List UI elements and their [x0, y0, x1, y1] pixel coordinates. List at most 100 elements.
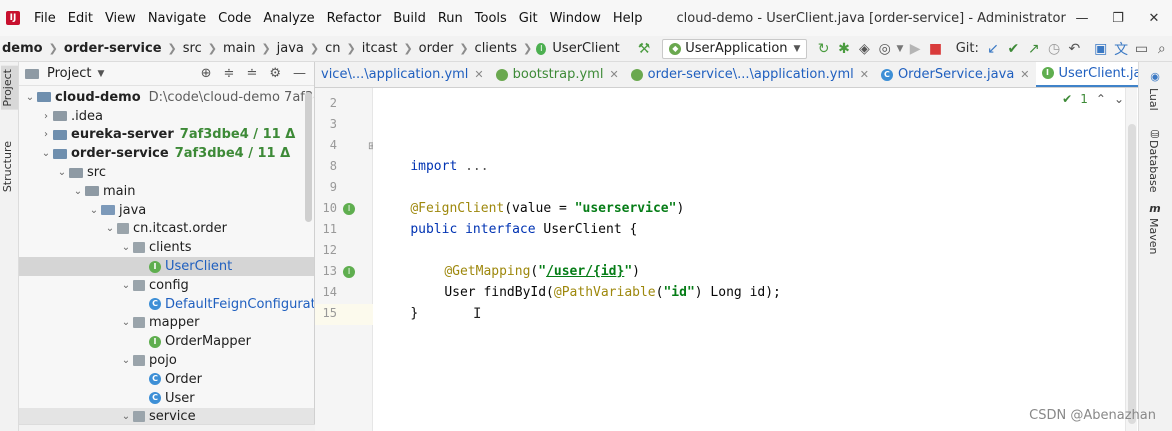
- rerun-icon[interactable]: ↻: [813, 41, 833, 57]
- caret-down-icon[interactable]: ▼: [97, 69, 104, 79]
- menu-code[interactable]: Code: [212, 11, 257, 26]
- tree-node-order[interactable]: C Order: [19, 370, 314, 389]
- expand-arrow-icon[interactable]: ⌄: [119, 411, 133, 422]
- editor-scrollbar[interactable]: [1125, 88, 1137, 431]
- breadcrumb-clients[interactable]: clients: [473, 41, 519, 56]
- collapsed-arrow-icon[interactable]: ›: [39, 129, 53, 140]
- expand-arrow-icon[interactable]: ⌄: [119, 242, 133, 253]
- expand-arrow-icon[interactable]: ⌄: [55, 167, 69, 178]
- collapsed-arrow-icon[interactable]: ›: [39, 111, 53, 122]
- debug-bug-icon[interactable]: ✱: [834, 41, 854, 57]
- tab-bootstrap-yml[interactable]: bootstrap.yml ✕: [490, 62, 625, 87]
- expand-arrow-icon[interactable]: ⌄: [119, 317, 133, 328]
- tab-orderservice-java[interactable]: C OrderService.java ✕: [875, 62, 1036, 87]
- coverage-shield-icon[interactable]: ◈: [854, 41, 874, 57]
- tab-userclient-java[interactable]: I UserClient.java ✕: [1035, 62, 1138, 87]
- previous-highlight-icon[interactable]: ⌃: [1096, 92, 1106, 106]
- menu-build[interactable]: Build: [387, 11, 432, 26]
- breadcrumb-cn[interactable]: cn: [323, 41, 342, 56]
- project-panel-title[interactable]: Project: [47, 66, 91, 81]
- tree-node-defaultfeignconfiguration[interactable]: C DefaultFeignConfigurat: [19, 295, 314, 314]
- project-tool-tab[interactable]: Project: [1, 66, 18, 110]
- tree-node-package-cn-itcast-order[interactable]: ⌄ cn.itcast.order: [19, 220, 314, 239]
- code-editor[interactable]: import ... @FeignClient(value = "userser…: [373, 88, 1125, 431]
- close-tab-icon[interactable]: ✕: [860, 68, 869, 81]
- database-tool-tab[interactable]: Database: [1147, 140, 1160, 193]
- tree-node-clients[interactable]: ⌄ clients: [19, 238, 314, 257]
- expand-arrow-icon[interactable]: ⌄: [23, 92, 37, 103]
- presentation-icon[interactable]: ▭: [1131, 41, 1151, 57]
- minimize-button[interactable]: —: [1064, 11, 1100, 26]
- menu-analyze[interactable]: Analyze: [257, 11, 320, 26]
- tab-service-application-yml[interactable]: vice\...\application.yml ✕: [315, 62, 490, 87]
- tree-node-userclient[interactable]: I UserClient: [19, 257, 314, 276]
- breadcrumb-project[interactable]: demo: [0, 41, 45, 56]
- menu-window[interactable]: Window: [544, 11, 607, 26]
- breadcrumb-module[interactable]: order-service: [62, 41, 164, 56]
- tree-node-main[interactable]: ⌄ main: [19, 182, 314, 201]
- implementations-gutter-icon[interactable]: I: [343, 203, 355, 215]
- tree-node-pojo[interactable]: ⌄ pojo: [19, 351, 314, 370]
- menu-git[interactable]: Git: [513, 11, 544, 26]
- folded-imports[interactable]: ...: [465, 159, 488, 174]
- breadcrumb-java[interactable]: java: [275, 41, 306, 56]
- implementations-gutter-icon[interactable]: I: [343, 266, 355, 278]
- expand-arrow-icon[interactable]: ⌄: [119, 355, 133, 366]
- stop-icon[interactable]: ■: [925, 41, 945, 57]
- locate-target-icon[interactable]: ⊕: [201, 66, 212, 81]
- close-tab-icon[interactable]: ✕: [609, 68, 618, 81]
- tree-node-user[interactable]: C User: [19, 389, 314, 408]
- breadcrumb-userclient[interactable]: UserClient: [550, 41, 621, 56]
- profiler-icon[interactable]: ◎: [875, 41, 895, 57]
- menu-help[interactable]: Help: [607, 11, 649, 26]
- tree-node-java[interactable]: ⌄ java: [19, 201, 314, 220]
- close-window-button[interactable]: ✕: [1136, 11, 1172, 26]
- expand-arrow-icon[interactable]: ⌄: [39, 148, 53, 159]
- git-update-icon[interactable]: ↙: [983, 41, 1003, 57]
- notifications-icon[interactable]: ◉: [1149, 70, 1161, 83]
- breadcrumb-src[interactable]: src: [181, 41, 204, 56]
- collapse-all-icon[interactable]: ≐: [246, 66, 257, 81]
- git-commit-check-icon[interactable]: ✔: [1003, 41, 1023, 57]
- tree-node-ordermapper[interactable]: I OrderMapper: [19, 332, 314, 351]
- editor-scrollbar-thumb[interactable]: [1128, 124, 1136, 424]
- menu-refactor[interactable]: Refactor: [321, 11, 388, 26]
- inspection-widget[interactable]: ✔ 1 ⌃ ⌄: [1062, 92, 1124, 106]
- project-tree-scrollbar[interactable]: [305, 92, 312, 222]
- git-push-icon[interactable]: ↗: [1024, 41, 1044, 57]
- menu-view[interactable]: View: [99, 11, 142, 26]
- search-everywhere-icon[interactable]: ⌕: [1152, 41, 1172, 57]
- build-hammer-icon[interactable]: ⚒: [638, 41, 651, 57]
- git-history-clock-icon[interactable]: ◷: [1044, 41, 1064, 57]
- run-play-icon[interactable]: ▶: [905, 41, 925, 57]
- breadcrumb-order[interactable]: order: [417, 41, 456, 56]
- structure-tool-tab[interactable]: Structure: [1, 138, 18, 195]
- close-tab-icon[interactable]: ✕: [474, 68, 483, 81]
- more-run-caret-icon[interactable]: ▼: [895, 44, 905, 54]
- expand-arrow-icon[interactable]: ⌄: [71, 186, 85, 197]
- tree-node-config[interactable]: ⌄ config: [19, 276, 314, 295]
- tree-node-eureka-server[interactable]: › eureka-server 7af3dbe4 / 11 Δ: [19, 126, 314, 145]
- breadcrumb-main[interactable]: main: [221, 41, 257, 56]
- expand-arrow-icon[interactable]: ⌄: [119, 280, 133, 291]
- tree-node-cloud-demo[interactable]: ⌄ cloud-demo D:\code\cloud-demo 7af3db: [19, 88, 314, 107]
- tree-node-src[interactable]: ⌄ src: [19, 163, 314, 182]
- git-rollback-icon[interactable]: ↶: [1064, 41, 1084, 57]
- notifications-tool-tab[interactable]: Lual: [1147, 88, 1160, 111]
- menu-navigate[interactable]: Navigate: [142, 11, 212, 26]
- maven-tool-tab[interactable]: Maven: [1147, 218, 1160, 254]
- menu-file[interactable]: File: [28, 11, 62, 26]
- run-configuration-select[interactable]: ◆ UserApplication ▼: [662, 38, 808, 59]
- maven-icon[interactable]: m: [1149, 202, 1161, 215]
- tree-node-order-service[interactable]: ⌄ order-service 7af3dbe4 / 11 Δ: [19, 144, 314, 163]
- expand-arrow-icon[interactable]: ⌄: [87, 205, 101, 216]
- translate-icon[interactable]: 文: [1111, 39, 1131, 59]
- hide-panel-icon[interactable]: —: [293, 66, 306, 81]
- expand-arrow-icon[interactable]: ⌄: [103, 223, 117, 234]
- expand-all-icon[interactable]: ≑: [224, 66, 235, 81]
- menu-tools[interactable]: Tools: [469, 11, 513, 26]
- tree-node-mapper[interactable]: ⌄ mapper: [19, 314, 314, 333]
- tab-order-service-application-yml[interactable]: order-service\...\application.yml ✕: [625, 62, 875, 87]
- settings-gear-icon[interactable]: ⚙: [269, 66, 281, 81]
- breadcrumb-itcast[interactable]: itcast: [360, 41, 400, 56]
